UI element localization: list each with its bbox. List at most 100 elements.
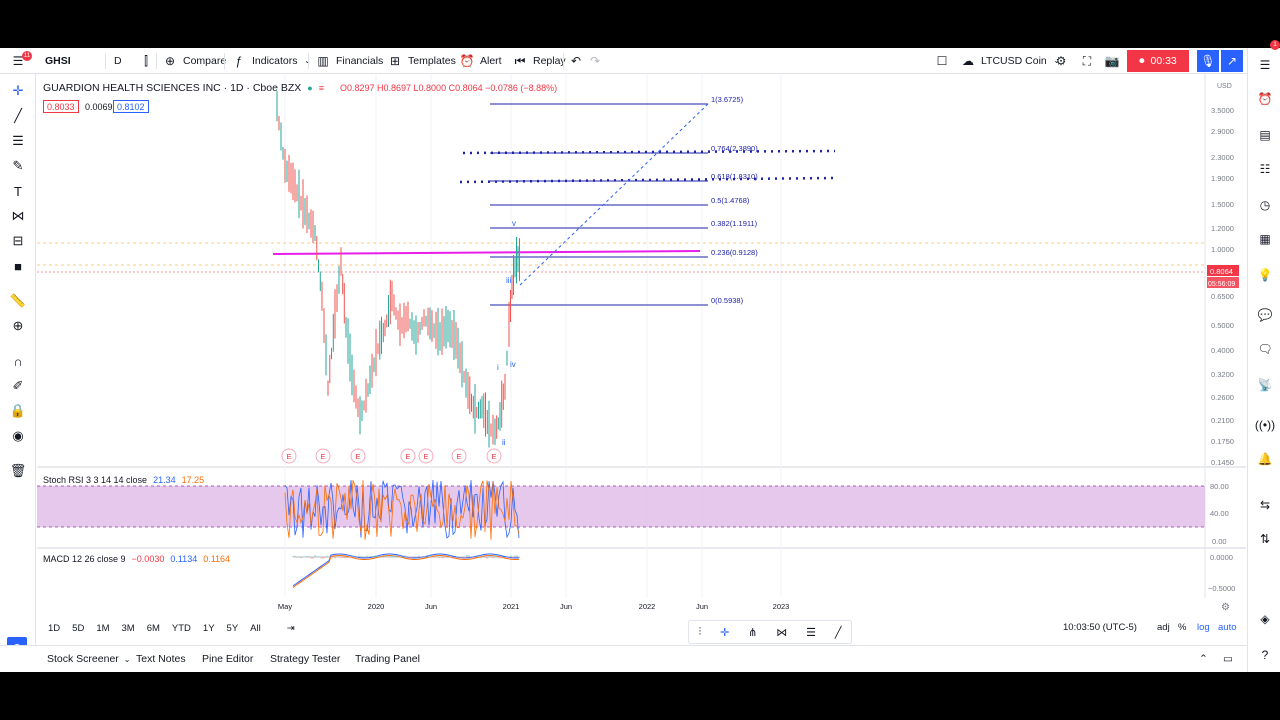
layout-selector[interactable]: ☁ LTCUSD Coin ⌄ — [960, 48, 1062, 74]
pen-tool-icon[interactable]: ╱ — [835, 626, 842, 639]
clock-timezone[interactable]: 10:03:50 (UTC-5) — [1063, 622, 1137, 633]
adj-toggle[interactable]: adj — [1157, 622, 1170, 633]
alerts-icon[interactable]: ⏰ — [1256, 90, 1274, 108]
stoch-legend[interactable]: Stoch RSI 3 3 14 14 close 21.34 17.25 — [43, 475, 204, 485]
text-tool-icon[interactable]: T — [9, 182, 27, 200]
stoch-d-value: 17.25 — [181, 475, 205, 485]
bottom-panel: Stock Screener ⌄ Text Notes Pine Editor S… — [0, 645, 1247, 672]
news-icon[interactable]: ▦ — [1256, 230, 1274, 248]
price-chart[interactable]: 1(3.6725)0.764(2.3890)0.618(1.8310)0.5(1… — [37, 74, 1246, 622]
range-5y[interactable]: 5Y — [221, 623, 245, 634]
time-tick: 2020 — [368, 602, 385, 611]
layers-icon[interactable]: ◈ — [1256, 610, 1274, 628]
bid-price[interactable]: 0.8033 — [43, 100, 79, 113]
eye-icon[interactable]: ◉ — [9, 427, 27, 445]
replay-button[interactable]: ⏮ Replay — [512, 48, 566, 74]
ruler-icon[interactable]: 📏 — [9, 292, 27, 310]
brush-icon[interactable]: ✎ — [9, 157, 27, 175]
symbol-search[interactable]: GHSI — [45, 48, 71, 74]
crosshair-icon[interactable]: ✛ — [9, 82, 27, 100]
resistance-line[interactable] — [272, 250, 701, 255]
macd-legend[interactable]: MACD 12 26 close 9 −0.0030 0.1134 0.1164 — [43, 554, 230, 564]
macd-tick: −0.5000 — [1208, 584, 1235, 593]
go-to-date-icon[interactable]: ⇥ — [281, 623, 301, 634]
stoch-tick: 40.00 — [1210, 509, 1229, 518]
streams-icon[interactable]: 📡 — [1256, 376, 1274, 394]
financials-button[interactable]: ▥ Financials — [315, 48, 383, 74]
templates-button[interactable]: ⊞ Templates — [387, 48, 456, 74]
fullscreen-button[interactable]: ⛶ — [1079, 48, 1095, 74]
lock-icon[interactable]: 🔒 — [9, 402, 27, 420]
settings-button[interactable]: ⚙ — [1053, 48, 1069, 74]
tab-pine-editor[interactable]: Pine Editor — [202, 646, 253, 672]
symbol-title[interactable]: GUARDION HEALTH SCIENCES INC · 1D · Cboe… — [43, 82, 301, 94]
undo-button[interactable]: ↶ — [568, 48, 584, 74]
auto-toggle[interactable]: auto — [1218, 622, 1237, 633]
fib-retracement[interactable]: 1(3.6725)0.764(2.3890)0.618(1.8310)0.5(1… — [490, 95, 758, 306]
range-6m[interactable]: 6M — [141, 623, 166, 634]
chat-icon[interactable]: 💬 — [1256, 306, 1274, 324]
maximize-panel-button[interactable]: ▭ — [1223, 646, 1233, 672]
trend-line[interactable] — [519, 103, 709, 286]
pattern-tool-icon[interactable]: ⋈ — [776, 626, 787, 639]
fib-tool-icon[interactable]: ☰ — [9, 132, 27, 150]
prediction-icon[interactable]: ⊟ — [9, 232, 27, 250]
redo-button[interactable]: ↷ — [587, 48, 603, 74]
range-1y[interactable]: 1Y — [197, 623, 221, 634]
tab-strategy-tester[interactable]: Strategy Tester — [270, 646, 340, 672]
order-panel-icon[interactable]: ⇆ — [1256, 496, 1274, 514]
trash-icon[interactable]: 🗑 — [9, 462, 27, 480]
ideas-icon[interactable]: 💡 — [1256, 266, 1274, 284]
range-3m[interactable]: 3M — [116, 623, 141, 634]
dom-icon[interactable]: ⇅ — [1256, 530, 1274, 548]
percent-toggle[interactable]: % — [1178, 622, 1186, 633]
hotlist-icon[interactable]: ☷ — [1256, 160, 1274, 178]
lock-drawings-icon[interactable]: ✐ — [9, 377, 27, 395]
pattern-icon[interactable]: ⋈ — [9, 207, 27, 225]
square-icon: ☐ — [936, 54, 948, 68]
range-5d[interactable]: 5D — [66, 623, 90, 634]
tab-stock-screener[interactable]: Stock Screener ⌄ — [47, 646, 131, 672]
watchlist-icon[interactable]: ☰ — [1256, 56, 1274, 74]
range-ytd[interactable]: YTD — [166, 623, 197, 634]
range-1m[interactable]: 1M — [90, 623, 115, 634]
zoom-in-icon[interactable]: ⊕ — [9, 317, 27, 335]
log-toggle[interactable]: log — [1197, 622, 1210, 633]
earnings-markers[interactable]: EEEEEEE — [281, 448, 502, 464]
data-window-icon[interactable]: ▤ — [1256, 126, 1274, 144]
calendar-icon[interactable]: ◷ — [1256, 196, 1274, 214]
redo-icon: ↷ — [589, 54, 601, 68]
messages-icon[interactable]: 🗨 — [1256, 340, 1274, 358]
pitchfork-icon[interactable]: ⋔ — [748, 626, 757, 639]
range-1d[interactable]: 1D — [37, 623, 66, 634]
tab-text-notes[interactable]: Text Notes — [136, 646, 186, 672]
broadcast-icon[interactable]: ((•)) — [1255, 416, 1275, 434]
layout-toggle-button[interactable]: ☐ — [934, 48, 950, 74]
ask-price[interactable]: 0.8102 — [113, 100, 149, 113]
indicators-button[interactable]: ƒIndicators⌄ — [231, 48, 313, 74]
collapse-panel-button[interactable]: ⌃ — [1199, 646, 1208, 672]
favorites-icon[interactable]: ■ — [9, 257, 27, 275]
recording-indicator[interactable]: ⏺ 00:33 — [1127, 50, 1189, 72]
fib-tool-icon[interactable]: ⫶ — [698, 626, 701, 639]
chart-style-button[interactable]: ⫿ — [138, 48, 154, 74]
menu-lines-icon[interactable]: ≡ — [319, 83, 324, 93]
notifications-icon[interactable]: 🔔 — [1256, 450, 1274, 468]
trend-line-icon[interactable]: ╱ — [9, 107, 27, 125]
tab-trading-panel[interactable]: Trading Panel — [355, 646, 420, 672]
time-axis[interactable]: May 2020 Jun 2021 Jun 2022 Jun 2023 — [278, 602, 789, 611]
time-tick: May — [278, 602, 292, 611]
microphone-button[interactable]: 🎙 — [1197, 50, 1219, 72]
crosshair-tool-icon[interactable]: ✛ — [720, 626, 729, 639]
compare-button[interactable]: ⊕ Compare — [162, 48, 226, 74]
interval-button[interactable]: D — [114, 48, 122, 74]
snapshot-button[interactable]: 📷 — [1104, 48, 1120, 74]
chevron-up-icon: ⌃ — [1199, 653, 1208, 665]
axis-settings-icon[interactable]: ⚙ — [1221, 602, 1230, 613]
help-icon[interactable]: ? — [1256, 646, 1274, 664]
range-all[interactable]: All — [244, 623, 267, 634]
publish-button[interactable]: ↗ — [1221, 50, 1243, 72]
alert-button[interactable]: ⏰ Alert — [459, 48, 502, 74]
lines-tool-icon[interactable]: ☰ — [806, 626, 816, 639]
magnet-icon[interactable]: ∩ — [9, 352, 27, 370]
